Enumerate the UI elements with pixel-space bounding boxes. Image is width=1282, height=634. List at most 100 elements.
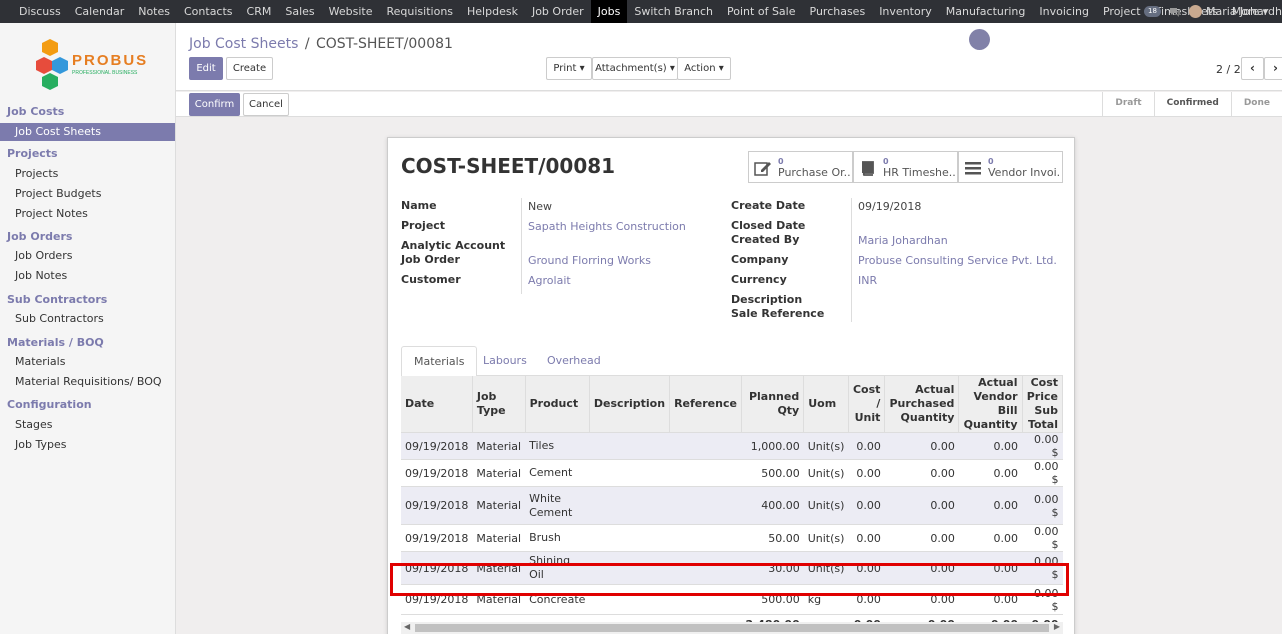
column-header-reference[interactable]: Reference xyxy=(669,376,742,433)
column-header-cost-unit[interactable]: Cost / Unit xyxy=(848,376,886,433)
notification-badge[interactable]: 18 xyxy=(1144,6,1161,17)
table-cell: 50.00 xyxy=(741,524,804,552)
table-row[interactable]: 09/19/2018 Material White Cement 400.00 Unit… xyxy=(401,486,1063,525)
column-header-actual-vendor-bill-quantity[interactable]: Actual Vendor Bill Quantity xyxy=(958,376,1023,433)
column-header-date[interactable]: Date xyxy=(401,376,473,433)
column-header-actual-purchased-quantity[interactable]: Actual Purchased Quantity xyxy=(884,376,960,433)
horizontal-scrollbar[interactable]: ◀ ▶ xyxy=(401,622,1063,634)
table-cell: 0.00 $ xyxy=(1022,524,1063,552)
cancel-button[interactable]: Cancel xyxy=(243,93,289,116)
sidebar-item-job-notes[interactable]: Job Notes xyxy=(15,269,67,282)
column-header-planned-qty[interactable]: Planned Qty xyxy=(741,376,805,433)
menu-item-jobs[interactable]: Jobs xyxy=(590,0,628,23)
chat-icon[interactable] xyxy=(1169,7,1181,17)
column-header-uom[interactable]: Uom xyxy=(803,376,849,433)
avatar xyxy=(1188,5,1202,18)
sidebar-item-job-types[interactable]: Job Types xyxy=(15,438,66,451)
menu-item-switch-branch[interactable]: Switch Branch xyxy=(627,0,720,23)
table-cell: 0.00 xyxy=(848,432,885,460)
attachments-label: Attachment(s) xyxy=(595,63,667,74)
sidebar-item-sub-contractors[interactable]: Sub Contractors xyxy=(15,312,104,325)
customer-field[interactable]: Agrolait xyxy=(528,274,571,287)
column-header-product[interactable]: Product xyxy=(525,376,590,433)
menu-item-inventory[interactable]: Inventory xyxy=(872,0,939,23)
table-row[interactable]: 09/19/2018 Material Tiles 1,000.00 Unit(s) 0.… xyxy=(401,432,1063,460)
pager-value[interactable]: 2 / 2 xyxy=(1216,63,1241,76)
column-header-description[interactable]: Description xyxy=(589,376,671,433)
menu-item-job-order[interactable]: Job Order xyxy=(525,0,591,23)
user-menu[interactable]: Maria Johardh xyxy=(1188,5,1282,18)
menu-item-discuss[interactable]: Discuss xyxy=(12,0,68,23)
menu-item-contacts[interactable]: Contacts xyxy=(177,0,240,23)
sidebar-section-materials-boq: Materials / BOQ xyxy=(7,336,104,349)
action-label: Action xyxy=(684,63,716,74)
hr-timesheets-button[interactable]: 0 HR Timeshe... xyxy=(853,151,958,183)
table-cell: 500.00 xyxy=(741,459,804,487)
project-field[interactable]: Sapath Heights Construction xyxy=(528,220,686,233)
sidebar-item-stages[interactable]: Stages xyxy=(15,418,53,431)
job-order-field[interactable]: Ground Florring Works xyxy=(528,254,651,267)
confirm-button[interactable]: Confirm xyxy=(189,93,240,116)
menu-item-project[interactable]: Project xyxy=(1096,0,1148,23)
menu-item-notes[interactable]: Notes xyxy=(131,0,177,23)
table-cell: Brush xyxy=(525,524,590,552)
create-date-field[interactable]: 09/19/2018 xyxy=(858,200,921,213)
edit-button[interactable]: Edit xyxy=(189,57,223,80)
menu-item-manufacturing[interactable]: Manufacturing xyxy=(939,0,1033,23)
status-bar: Confirm Cancel Draft Confirmed Done xyxy=(176,92,1282,117)
column-header-job-type[interactable]: Job Type xyxy=(472,376,526,433)
sidebar-section-job-orders: Job Orders xyxy=(7,230,73,243)
attachments-dropdown[interactable]: Attachment(s) ▾ xyxy=(592,57,678,80)
menu-item-helpdesk[interactable]: Helpdesk xyxy=(460,0,525,23)
stage-done[interactable]: Done xyxy=(1230,92,1282,116)
scroll-right-icon[interactable]: ▶ xyxy=(1054,622,1060,631)
menu-item-website[interactable]: Website xyxy=(322,0,380,23)
menu-item-invoicing[interactable]: Invoicing xyxy=(1032,0,1096,23)
sidebar-item-material-requisitions-boq[interactable]: Material Requisitions/ BOQ xyxy=(15,375,162,388)
table-cell xyxy=(589,486,670,525)
scroll-left-icon[interactable]: ◀ xyxy=(404,622,410,631)
purchase-orders-button[interactable]: 0 Purchase Or... xyxy=(748,151,853,183)
stage-draft[interactable]: Draft xyxy=(1102,92,1153,116)
table-cell: 0.00 xyxy=(884,486,959,525)
sidebar-item-projects[interactable]: Projects xyxy=(15,167,58,180)
sidebar-item-project-notes[interactable]: Project Notes xyxy=(15,207,88,220)
menu-item-crm[interactable]: CRM xyxy=(240,0,279,23)
chevron-right-icon: › xyxy=(1273,61,1278,75)
stage-confirmed[interactable]: Confirmed xyxy=(1153,92,1231,116)
breadcrumb-parent[interactable]: Job Cost Sheets xyxy=(189,36,298,52)
table-row[interactable]: 09/19/2018 Material Cement 500.00 Unit(s) 0.0… xyxy=(401,459,1063,487)
menu-item-sales[interactable]: Sales xyxy=(278,0,321,23)
menu-item-purchases[interactable]: Purchases xyxy=(803,0,873,23)
description-label: Description xyxy=(731,293,803,306)
table-cell: Unit(s) xyxy=(803,432,849,460)
currency-field[interactable]: INR xyxy=(858,274,877,287)
tab-materials[interactable]: Materials xyxy=(401,346,478,377)
column-header-cost-price-sub-total[interactable]: Cost Price Sub Total xyxy=(1022,376,1063,433)
table-cell xyxy=(589,524,670,552)
sidebar-item-materials[interactable]: Materials xyxy=(15,355,65,368)
created-by-field[interactable]: Maria Johardhan xyxy=(858,234,948,247)
pager-next-button[interactable]: › xyxy=(1264,57,1282,80)
tab-overhead[interactable]: Overhead xyxy=(535,346,613,377)
vendor-invoices-count: 0 xyxy=(988,157,994,166)
menu-item-requisitions[interactable]: Requisitions xyxy=(380,0,461,23)
table-cell: 09/19/2018 xyxy=(401,459,473,487)
create-button[interactable]: Create xyxy=(226,57,273,80)
sidebar-item-project-budgets[interactable]: Project Budgets xyxy=(15,187,101,200)
print-dropdown[interactable]: Print ▾ xyxy=(546,57,592,80)
sidebar-item-job-cost-sheets[interactable]: Job Cost Sheets xyxy=(0,123,175,141)
company-field[interactable]: Probuse Consulting Service Pvt. Ltd. xyxy=(858,254,1057,267)
menu-item-calendar[interactable]: Calendar xyxy=(68,0,131,23)
table-row[interactable]: 09/19/2018 Material Brush 50.00 Unit(s) 0.00 0… xyxy=(401,524,1063,552)
action-dropdown[interactable]: Action ▾ xyxy=(677,57,731,80)
name-field[interactable]: New xyxy=(528,200,552,213)
pager-previous-button[interactable]: ‹ xyxy=(1241,57,1264,80)
sidebar-item-job-orders[interactable]: Job Orders xyxy=(15,249,72,262)
tab-labours[interactable]: Labours xyxy=(471,346,539,377)
menu-item-point-of-sale[interactable]: Point of Sale xyxy=(720,0,802,23)
table-cell: Material xyxy=(472,432,526,460)
sidebar-section-projects: Projects xyxy=(7,147,58,160)
scrollbar-thumb[interactable] xyxy=(415,624,1049,632)
vendor-invoices-button[interactable]: 0 Vendor Invoi... xyxy=(958,151,1063,183)
